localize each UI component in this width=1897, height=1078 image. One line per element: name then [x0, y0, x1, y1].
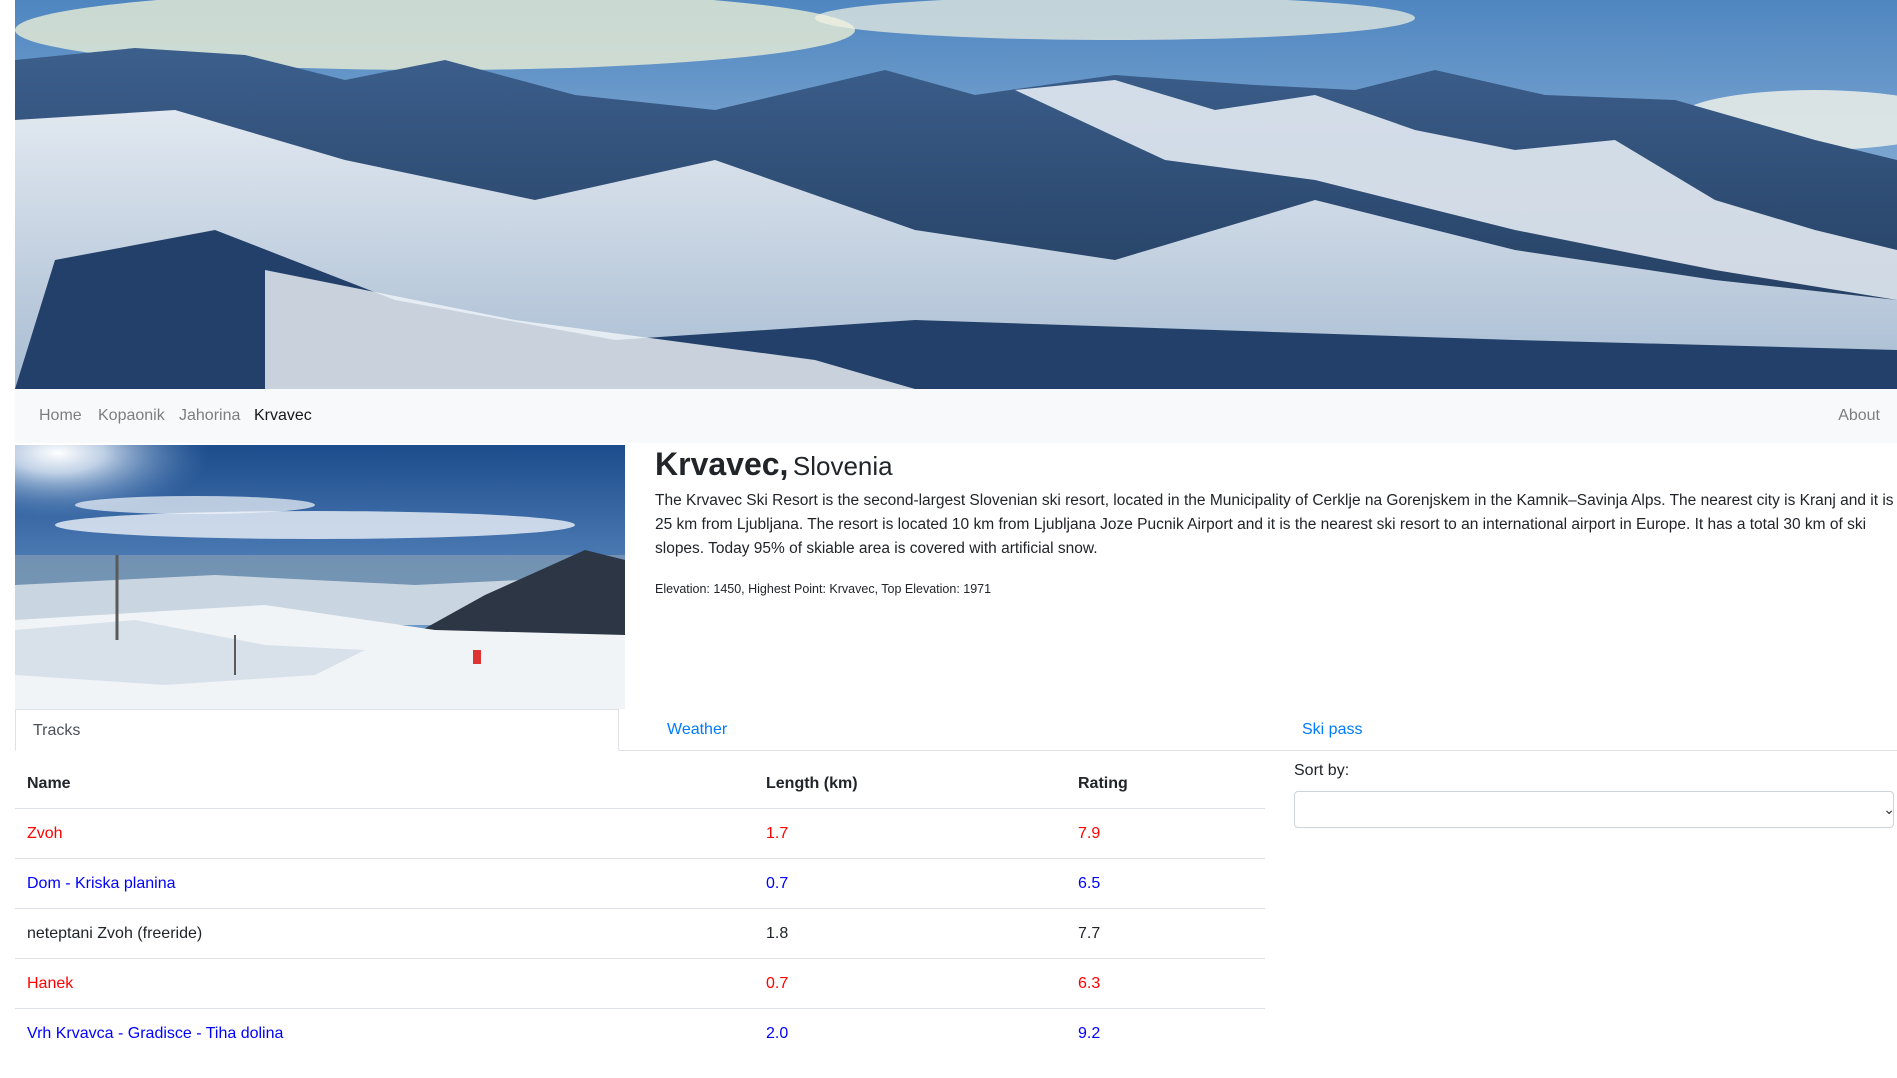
resort-stats: Elevation: 1450, Highest Point: Krvavec,…	[655, 582, 992, 596]
sort-select[interactable]: ⌄	[1294, 791, 1895, 828]
track-name-cell: Dom - Kriska planina	[15, 858, 754, 909]
table-header-row: Name Length (km) Rating	[15, 760, 1265, 809]
table-row[interactable]: Dom - Kriska planina 0.7 6.5	[15, 858, 1265, 909]
top-navbar: Home Kopaonik Jahorina Krvavec About	[15, 389, 1897, 443]
track-length-cell: 0.7	[754, 958, 1066, 1009]
tab-ski-pass[interactable]: Ski pass	[1302, 709, 1362, 751]
table-row[interactable]: Zvoh 1.7 7.9	[15, 808, 1265, 859]
sort-label: Sort by:	[1294, 762, 1350, 779]
track-rating-cell: 7.7	[1066, 908, 1265, 959]
track-length-cell: 0.7	[754, 858, 1066, 909]
track-length-cell: 1.8	[754, 908, 1066, 959]
nav-link-home[interactable]: Home	[39, 407, 82, 425]
track-rating-cell: 7.9	[1066, 808, 1265, 859]
resort-description: The Krvavec Ski Resort is the second-lar…	[655, 492, 1894, 557]
header-banner-image	[15, 0, 1897, 389]
track-name-cell: Hanek	[15, 958, 754, 1009]
table-row[interactable]: Hanek 0.7 6.3	[15, 958, 1265, 1009]
nav-link-krvavec[interactable]: Krvavec	[254, 407, 312, 425]
track-name-cell: Vrh Krvavca - Gradisce - Tiha dolina	[15, 1008, 754, 1058]
tab-tracks[interactable]: Tracks	[15, 709, 619, 751]
resort-heading: Krvavec, Slovenia	[655, 446, 893, 483]
track-rating-cell: 6.5	[1066, 858, 1265, 909]
track-length-cell: 2.0	[754, 1008, 1066, 1058]
track-rating-cell: 6.3	[1066, 958, 1265, 1009]
chevron-down-icon: ⌄	[1883, 801, 1895, 817]
column-header-length[interactable]: Length (km)	[754, 760, 1066, 809]
tracks-table: Name Length (km) Rating Zvoh 1.7 7.9 Dom - …	[15, 760, 1265, 1058]
track-name-cell: neteptani Zvoh (freeride)	[15, 908, 754, 959]
table-row[interactable]: neteptani Zvoh (freeride) 1.8 7.7	[15, 908, 1265, 959]
track-name-cell: Zvoh	[15, 808, 754, 859]
resort-photo	[15, 445, 625, 709]
nav-link-jahorina[interactable]: Jahorina	[179, 407, 240, 425]
track-rating-cell: 9.2	[1066, 1008, 1265, 1058]
track-length-cell: 1.7	[754, 808, 1066, 859]
table-row[interactable]: Vrh Krvavca - Gradisce - Tiha dolina 2.0 9…	[15, 1008, 1265, 1058]
resort-country: Slovenia	[792, 451, 893, 481]
tab-weather[interactable]: Weather	[667, 709, 727, 751]
column-header-name[interactable]: Name	[15, 760, 754, 809]
column-header-rating[interactable]: Rating	[1066, 760, 1265, 809]
resort-name: Krvavec,	[655, 446, 789, 482]
nav-link-kopaonik[interactable]: Kopaonik	[98, 407, 165, 425]
nav-link-about[interactable]: About	[1838, 407, 1880, 425]
